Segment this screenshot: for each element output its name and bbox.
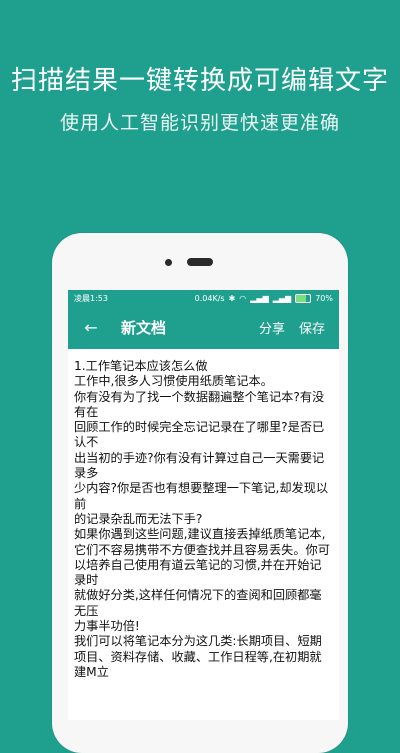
- save-button[interactable]: 保存: [299, 318, 325, 337]
- document-line: 的记录杂乱而无法下手?: [74, 511, 203, 526]
- signal-icon: ▂▄▆: [250, 293, 269, 303]
- status-bar: 凌晨1:53 0.04K/s ✱ ◠ ▂▄▆ ▂▄▆ 70%: [68, 290, 339, 306]
- front-camera: [165, 259, 172, 266]
- document-line: 就做好分类,这样任何情况下的查阅和回顾都毫无压: [74, 588, 322, 618]
- document-line: 出当初的手迹?你有没有计算过自己一天需要记录多: [74, 450, 325, 481]
- arrow-left-icon[interactable]: ←: [76, 318, 106, 337]
- page-title: 新文档: [121, 319, 167, 337]
- battery-percent: 70%: [315, 293, 333, 303]
- document-line: 回顾工作的时候完全忘记记录在了哪里?是否已认不: [74, 420, 325, 450]
- bluetooth-icon: ✱: [228, 293, 236, 303]
- document-text-area[interactable]: 1.工作笔记本应该怎么做 工作中,很多人习惯使用纸质笔记本。 你有没有为了找一个数据…: [68, 349, 339, 680]
- document-line: 如果你遇到这些问题,建议直接丢掉纸质笔记本,它们不容易携带不方便查找并且容易丢失…: [74, 527, 330, 557]
- signal-icon-2: ▂▄▆: [272, 293, 292, 303]
- status-time: 凌晨1:53: [74, 293, 108, 303]
- document-line: 工作中,很多人习惯使用纸质笔记本。: [74, 374, 273, 389]
- headline: 扫描结果一键转换成可编辑文字: [10, 66, 389, 96]
- document-line: 我们可以将笔记本分为这几类:长期项目、短期: [74, 634, 322, 649]
- network-speed: 0.04K/s: [194, 293, 225, 303]
- subline: 使用人工智能识别更快速更准确: [59, 112, 340, 134]
- share-button[interactable]: 分享: [259, 318, 285, 337]
- document-line: 力事半功倍!: [74, 619, 140, 634]
- document-line: 1.工作笔记本应该怎么做: [74, 359, 208, 373]
- document-line: 以培养自己使用有道云笔记的习惯,并在开始记录时: [74, 557, 322, 588]
- app-bar: ← 新文档 分享 保存: [68, 306, 339, 349]
- phone-screen: 凌晨1:53 0.04K/s ✱ ◠ ▂▄▆ ▂▄▆ 70% ← 新文档 分享 …: [68, 290, 339, 720]
- document-line: 少内容?你是否也有想要整理一下笔记,却发现以前: [74, 481, 329, 511]
- document-line: 项目、资料存储、收藏、工作日程等,在初期就建M立: [74, 649, 322, 679]
- battery-icon: [295, 293, 312, 303]
- status-right: 0.04K/s ✱ ◠ ▂▄▆ ▂▄▆ 70%: [194, 293, 333, 303]
- wifi-icon: ◠: [239, 293, 247, 303]
- document-line: 你有没有为了找一个数据翻遍整个笔记本?有没有在: [74, 389, 325, 419]
- earpiece-speaker: [187, 258, 213, 266]
